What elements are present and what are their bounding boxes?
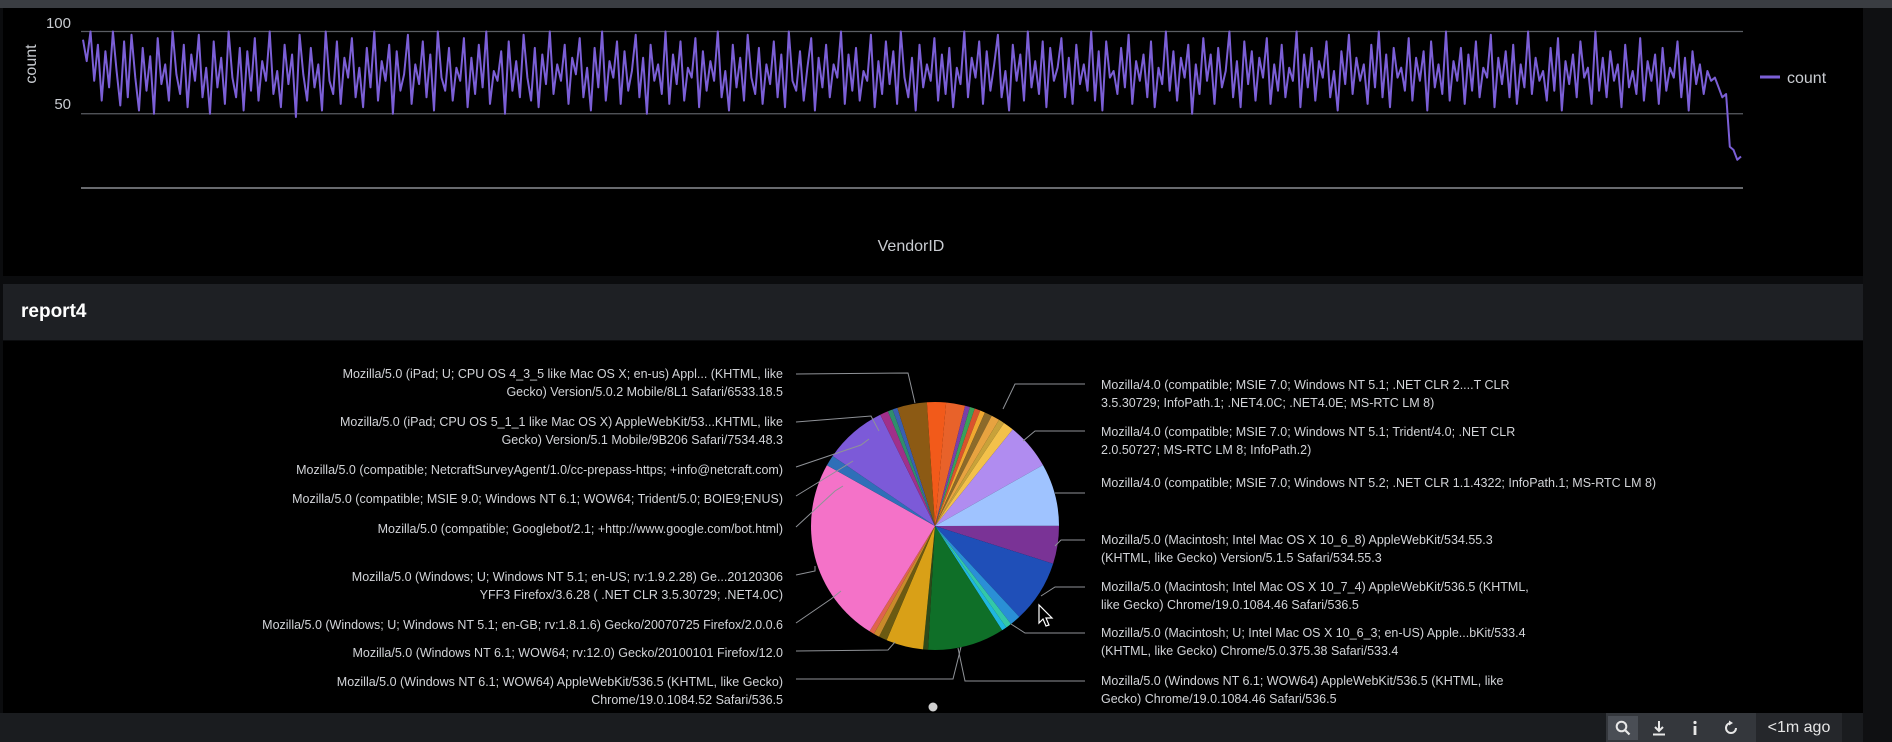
line-chart: 100 50 count VendorID count [23, 15, 1827, 255]
panel-toolbar [1606, 713, 1756, 742]
pie-label: Mozilla/4.0 (compatible; MSIE 7.0; Windo… [1101, 476, 1657, 490]
pie-label: Mozilla/5.0 (Macintosh; Intel Mac OS X 1… [1101, 580, 1529, 612]
grid [81, 30, 1743, 189]
leader-line [795, 372, 916, 404]
series-count [82, 30, 1742, 161]
mouse-cursor-icon [1038, 603, 1054, 627]
pie-label: Mozilla/5.0 (iPad; U; CPU OS 4_3_5 like … [342, 367, 783, 399]
info-button[interactable] [1680, 716, 1710, 740]
y-tick-label: 100 [46, 15, 71, 32]
pie-label: Mozilla/5.0 (Windows NT 6.1; WOW64) Appl… [336, 675, 783, 707]
pie-label: Mozilla/5.0 (Windows; U; Windows NT 5.1;… [262, 618, 783, 632]
top-strip [0, 0, 1892, 8]
pie-label: Mozilla/5.0 (Windows NT 6.1; WOW64; rv:1… [352, 646, 783, 660]
pie-label: Mozilla/4.0 (compatible; MSIE 7.0; Windo… [1101, 425, 1516, 457]
pie-label: Mozilla/5.0 (iPad; CPU OS 5_1_1 like Mac… [339, 415, 783, 447]
pie-label: Mozilla/5.0 (compatible; NetcraftSurveyA… [296, 463, 783, 477]
refresh-icon [1725, 720, 1737, 734]
pie-label: Mozilla/5.0 (compatible; Googlebot/2.1; … [377, 522, 783, 536]
leader-line [1040, 586, 1085, 597]
leader-line [1022, 430, 1085, 442]
pie-label: Mozilla/5.0 (Windows; U; Windows NT 5.1;… [351, 570, 783, 602]
y-tick-label: 50 [54, 96, 71, 113]
x-axis-label: VendorID [878, 238, 945, 255]
pager-dot[interactable] [928, 702, 938, 712]
leader-line [795, 566, 816, 576]
report-header: report4 [3, 284, 1863, 340]
report-title: report4 [21, 301, 87, 322]
series-line-count[interactable] [82, 30, 1742, 161]
pie-chart-panel: Mozilla/5.0 (iPad; U; CPU OS 4_3_5 like … [3, 341, 1863, 713]
search-icon [1615, 720, 1631, 736]
line-chart-panel: 100 50 count VendorID count [3, 8, 1863, 276]
download-button[interactable] [1644, 716, 1674, 740]
pie-label: Mozilla/5.0 (Macintosh; U; Intel Mac OS … [1101, 626, 1526, 658]
footer-bar [0, 713, 1863, 742]
search-button[interactable] [1608, 716, 1638, 740]
leader-line [1002, 383, 1085, 410]
last-updated-label: <1m ago [1756, 713, 1842, 742]
refresh-button[interactable] [1716, 716, 1746, 740]
download-icon [1653, 721, 1665, 736]
pie-label: Mozilla/5.0 (Windows NT 6.1; WOW64) Appl… [1101, 674, 1504, 706]
pie-label: Mozilla/5.0 (compatible; MSIE 9.0; Windo… [292, 492, 783, 506]
leader-line [796, 646, 962, 680]
right-gutter [1863, 8, 1892, 742]
leader-line [957, 647, 1085, 682]
leader-line [795, 641, 896, 652]
leader-line [1054, 539, 1085, 547]
leader-line [795, 590, 842, 624]
y-axis-label: count [23, 44, 40, 84]
pie-label: Mozilla/5.0 (Macintosh; Intel Mac OS X 1… [1101, 533, 1493, 565]
info-icon [1693, 720, 1697, 735]
pie-slices [811, 402, 1060, 650]
pie-label: Mozilla/4.0 (compatible; MSIE 7.0; Windo… [1101, 378, 1510, 410]
legend-label[interactable]: count [1787, 70, 1827, 87]
